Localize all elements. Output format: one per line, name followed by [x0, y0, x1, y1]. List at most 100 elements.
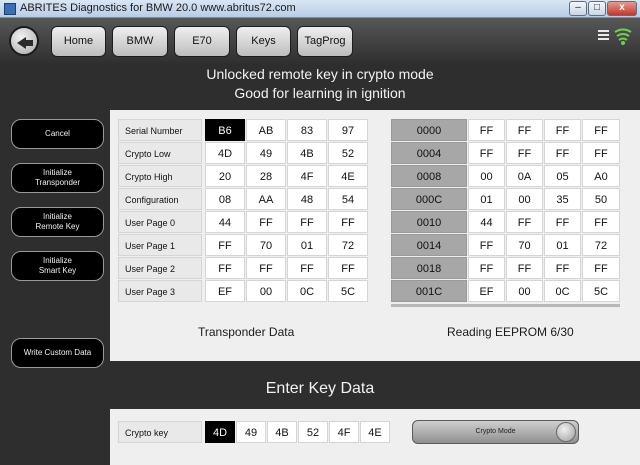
byte-cell: 44	[468, 211, 505, 233]
hamburger-menu-icon[interactable]	[598, 30, 609, 40]
byte-cell[interactable]: EF	[205, 280, 245, 302]
nav-keys-button[interactable]: Keys	[236, 26, 291, 57]
byte-cell: 01	[468, 188, 505, 210]
toggle-knob-icon	[556, 422, 576, 442]
byte-cell[interactable]: 52	[328, 142, 368, 164]
byte-cell[interactable]: FF	[287, 211, 327, 233]
cancel-button[interactable]: Cancel	[11, 119, 104, 149]
byte-cell[interactable]: FF	[287, 257, 327, 279]
eeprom-scrollbar[interactable]	[391, 304, 620, 307]
byte-cell[interactable]: FF	[246, 211, 286, 233]
nav-tagprog-button[interactable]: TagProg	[297, 26, 353, 57]
btn-label: Initialize	[43, 255, 72, 265]
byte-cell: 70	[506, 234, 543, 256]
eeprom-address: 001C	[391, 280, 467, 302]
byte-cell: FF	[544, 142, 581, 164]
status-line-1: Unlocked remote key in crypto mode	[206, 66, 434, 82]
btn-label: Smart Key	[38, 266, 77, 275]
byte-cell[interactable]: 48	[287, 188, 327, 210]
crypto-byte-input[interactable]: 4E	[360, 421, 390, 443]
byte-cell[interactable]: FF	[205, 257, 245, 279]
byte-cell: FF	[506, 257, 543, 279]
title-bar: ABRITES Diagnostics for BMW 20.0 www.abr…	[0, 0, 640, 18]
minimize-button[interactable]: –	[569, 1, 587, 16]
byte-cell[interactable]: 01	[287, 234, 327, 256]
eeprom-progress-caption: Reading EEPROM 6/30	[447, 325, 574, 339]
byte-cell[interactable]: AB	[246, 119, 286, 141]
row-label: User Page 2	[118, 257, 202, 279]
crypto-key-label: Crypto key	[118, 421, 202, 443]
crypto-mode-label: Crypto Mode	[475, 428, 516, 435]
crypto-byte-input[interactable]: 52	[298, 421, 328, 443]
signal-strength-icon	[614, 28, 632, 45]
byte-cell: FF	[506, 211, 543, 233]
initialize-remote-key-button[interactable]: Initialize Remote Key	[11, 207, 104, 237]
eeprom-address: 0014	[391, 234, 467, 256]
byte-cell[interactable]: B6	[205, 119, 245, 141]
byte-cell[interactable]: FF	[328, 211, 368, 233]
byte-cell[interactable]: 08	[205, 188, 245, 210]
byte-cell: FF	[468, 234, 505, 256]
byte-cell: FF	[544, 119, 581, 141]
nav-bmw-button[interactable]: BMW	[112, 26, 168, 57]
nav-home-button[interactable]: Home	[51, 26, 106, 57]
byte-cell[interactable]: 97	[328, 119, 368, 141]
initialize-smart-key-button[interactable]: Initialize Smart Key	[11, 251, 104, 281]
byte-cell: 72	[582, 234, 620, 256]
byte-cell[interactable]: 20	[205, 165, 245, 187]
maximize-button[interactable]: □	[588, 1, 606, 16]
btn-label: Transponder	[34, 178, 81, 187]
initialize-transponder-button[interactable]: Initialize Transponder	[11, 163, 104, 193]
write-custom-data-button[interactable]: Write Custom Data	[11, 338, 104, 368]
row-label: Crypto High	[118, 165, 202, 187]
crypto-byte-input[interactable]: 49	[236, 421, 266, 443]
app-icon	[4, 3, 16, 15]
byte-cell[interactable]: 70	[246, 234, 286, 256]
transponder-caption: Transponder Data	[198, 325, 295, 339]
row-label: Serial Number	[118, 119, 202, 141]
byte-cell[interactable]: 49	[246, 142, 286, 164]
btn-label: Initialize	[43, 211, 72, 221]
close-button[interactable]: x	[607, 1, 637, 16]
byte-cell[interactable]: 4F	[287, 165, 327, 187]
byte-cell[interactable]: 00	[246, 280, 286, 302]
toolbar: Home BMW E70 Keys TagProg	[0, 18, 640, 64]
byte-cell[interactable]: 4B	[287, 142, 327, 164]
row-label: User Page 0	[118, 211, 202, 233]
crypto-byte-input[interactable]: 4B	[267, 421, 297, 443]
crypto-byte-input[interactable]: 4F	[329, 421, 359, 443]
byte-cell[interactable]: FF	[205, 234, 245, 256]
nav-e70-button[interactable]: E70	[174, 26, 230, 57]
eeprom-address: 0008	[391, 165, 467, 187]
eeprom-address: 0000	[391, 119, 467, 141]
byte-cell[interactable]: 83	[287, 119, 327, 141]
byte-cell: 00	[506, 280, 543, 302]
byte-cell: 35	[544, 188, 581, 210]
byte-cell: 00	[506, 188, 543, 210]
crypto-byte-input[interactable]: 4D	[205, 421, 235, 443]
byte-cell[interactable]: 5C	[328, 280, 368, 302]
byte-cell[interactable]: 54	[328, 188, 368, 210]
byte-cell: 01	[544, 234, 581, 256]
byte-cell[interactable]: FF	[328, 257, 368, 279]
byte-cell[interactable]: 72	[328, 234, 368, 256]
eeprom-address: 000C	[391, 188, 467, 210]
byte-cell[interactable]: 0C	[287, 280, 327, 302]
crypto-mode-toggle[interactable]: Crypto Mode	[412, 420, 579, 444]
row-label: User Page 1	[118, 234, 202, 256]
byte-cell: 5C	[582, 280, 620, 302]
byte-cell[interactable]: 44	[205, 211, 245, 233]
byte-cell[interactable]: 4D	[205, 142, 245, 164]
byte-cell: FF	[468, 119, 505, 141]
back-button[interactable]	[9, 26, 39, 56]
row-label: Crypto Low	[118, 142, 202, 164]
byte-cell: A0	[582, 165, 620, 187]
eeprom-address: 0018	[391, 257, 467, 279]
byte-cell[interactable]: FF	[246, 257, 286, 279]
byte-cell[interactable]: 4E	[328, 165, 368, 187]
byte-cell: 50	[582, 188, 620, 210]
byte-cell[interactable]: AA	[246, 188, 286, 210]
window-title: ABRITES Diagnostics for BMW 20.0 www.abr…	[20, 2, 296, 14]
byte-cell[interactable]: 28	[246, 165, 286, 187]
byte-cell: FF	[544, 257, 581, 279]
